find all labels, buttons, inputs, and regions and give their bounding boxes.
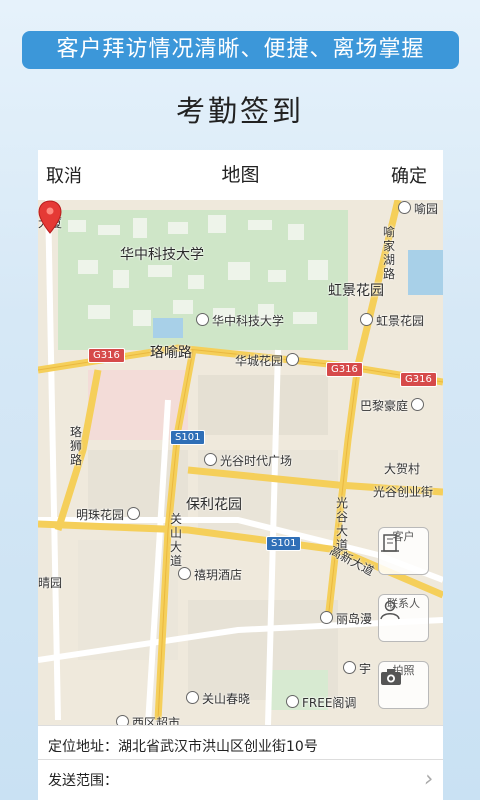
customer-button[interactable]: 客户 [378,527,429,575]
map-label: 喻园 [398,200,438,217]
send-range-row[interactable]: 发送范围： › [38,759,443,800]
map-label: 晴园 [38,576,63,590]
chevron-right-icon: › [424,767,433,792]
map-label: 华中科技大学 [196,312,284,329]
address-row: 定位地址：湖北省武汉市洪山区创业街10号 [38,725,443,760]
map-label: 明珠花园 [76,506,143,523]
map-label: 禧玥酒店 [178,566,242,583]
address-text: 定位地址：湖北省武汉市洪山区创业街10号 [48,739,318,755]
cancel-button[interactable]: 取消 [46,162,82,188]
map-view[interactable]: 大厦 喻园 华中科技大学 华中科技大学 虹景花园 虹景花园 喻家湖路 珞喻路 华… [38,200,443,725]
map-label: 珞喻路 [150,345,192,361]
map-label: 华城花园 [235,352,302,369]
map-label: 喻家湖路 [383,225,396,281]
poi-icon [286,353,300,366]
map-label: 关山大道 [170,512,183,568]
send-range-label: 发送范围： [48,773,118,789]
road-shield: S101 [170,430,206,445]
map-label: FREE阁调 [286,694,356,711]
poi-icon [360,313,373,326]
poi-icon [286,695,299,708]
person-icon [380,600,400,620]
map-label: 丽岛漫 [320,610,372,627]
building-icon [381,534,399,552]
map-label: 西区超市 [116,714,180,725]
camera-icon [381,669,401,685]
contacts-button[interactable]: 联系人 [378,594,429,642]
poi-icon [116,715,129,725]
map-label: 珞狮路 [70,425,83,467]
map-label: 保利花园 [186,497,242,513]
promo-banner: 客户拜访情况清晰、便捷、离场掌握 [22,31,459,69]
poi-icon [178,567,191,580]
map-label: 虹景花园 [328,283,384,299]
map-label: 大贺村 [384,462,421,476]
map-label: 宇 [343,660,371,677]
road-shield: G316 [88,348,125,363]
poi-icon [196,313,209,326]
confirm-button[interactable]: 确定 [391,162,427,188]
phone-screen: 取消 地图 确定 喻园 华中科技大学 华中科技大学 虹景花园 虹景花园 喻家湖路… [38,150,443,800]
page-heading: 考勤签到 [175,94,304,128]
map-label: 关山春晓 [186,690,250,707]
poi-icon [127,507,141,520]
map-label: 光谷创业街 [373,485,434,499]
map-topbar: 取消 地图 确定 [38,150,443,201]
photo-button[interactable]: 拍照 [378,661,429,709]
poi-icon [204,453,217,466]
road-shield: S101 [266,536,302,551]
location-pin-icon [38,200,62,234]
road-shield: G316 [326,362,363,377]
poi-icon [320,611,333,624]
poi-icon [411,398,425,411]
map-label: 光谷时代广场 [204,452,292,469]
poi-icon [398,201,411,214]
poi-icon [186,691,199,704]
map-label: 华中科技大学 [120,247,204,263]
map-label: 虹景花园 [360,312,424,329]
map-label: 巴黎豪庭 [360,397,427,414]
poi-icon [343,661,356,674]
screen-title: 地图 [221,164,260,186]
road-shield: G316 [400,372,437,387]
